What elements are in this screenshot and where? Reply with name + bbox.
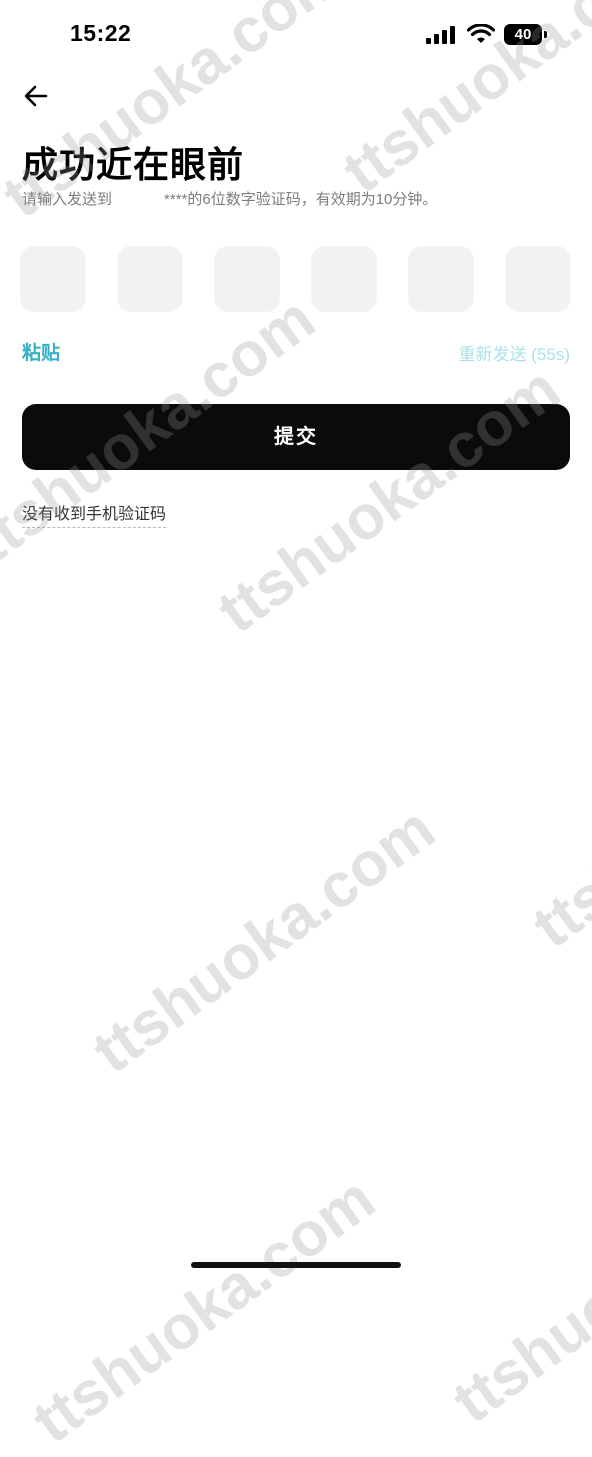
instruction-text: 请输入发送到 ****的6位数字验证码，有效期为10分钟。 <box>22 188 437 209</box>
code-digit-1[interactable] <box>20 246 86 312</box>
watermark-text: ttshuoka.com <box>205 353 573 647</box>
battery-tip <box>544 31 547 38</box>
code-digit-2[interactable] <box>117 246 183 312</box>
watermark-text: ttshuoka.com <box>80 793 448 1087</box>
masked-number: **** <box>164 191 188 208</box>
instruction-suffix: 的6位数字验证码，有效期为10分钟。 <box>187 191 438 208</box>
code-digit-3[interactable] <box>214 246 280 312</box>
battery-level: 40 <box>504 24 542 45</box>
status-time: 15:22 <box>70 20 132 46</box>
watermark-text: ttshuoka.com <box>440 1143 592 1437</box>
home-indicator <box>191 1262 401 1268</box>
instruction-prefix: 请输入发送到 <box>22 191 113 208</box>
code-digit-5[interactable] <box>408 246 474 312</box>
page-title: 成功近在眼前 <box>22 144 245 185</box>
resend-code-button[interactable]: 重新发送 (55s) <box>459 340 570 365</box>
code-digit-4[interactable] <box>311 246 377 312</box>
no-code-received-link[interactable]: 没有收到手机验证码 <box>22 500 167 528</box>
watermark-text: ttshuoka.com <box>520 668 592 962</box>
wifi-icon <box>467 24 495 43</box>
submit-button[interactable]: 提交 <box>22 404 570 470</box>
cellular-signal-icon <box>426 26 455 44</box>
watermark-text: ttshuoka.com <box>20 1163 388 1457</box>
status-bar: 15:22 40 <box>0 0 592 70</box>
code-digit-6[interactable] <box>505 246 571 312</box>
battery-icon: 40 <box>504 24 548 45</box>
paste-button[interactable]: 粘贴 <box>22 338 60 365</box>
verification-code-inputs <box>20 246 572 314</box>
back-arrow-icon[interactable] <box>22 82 50 110</box>
